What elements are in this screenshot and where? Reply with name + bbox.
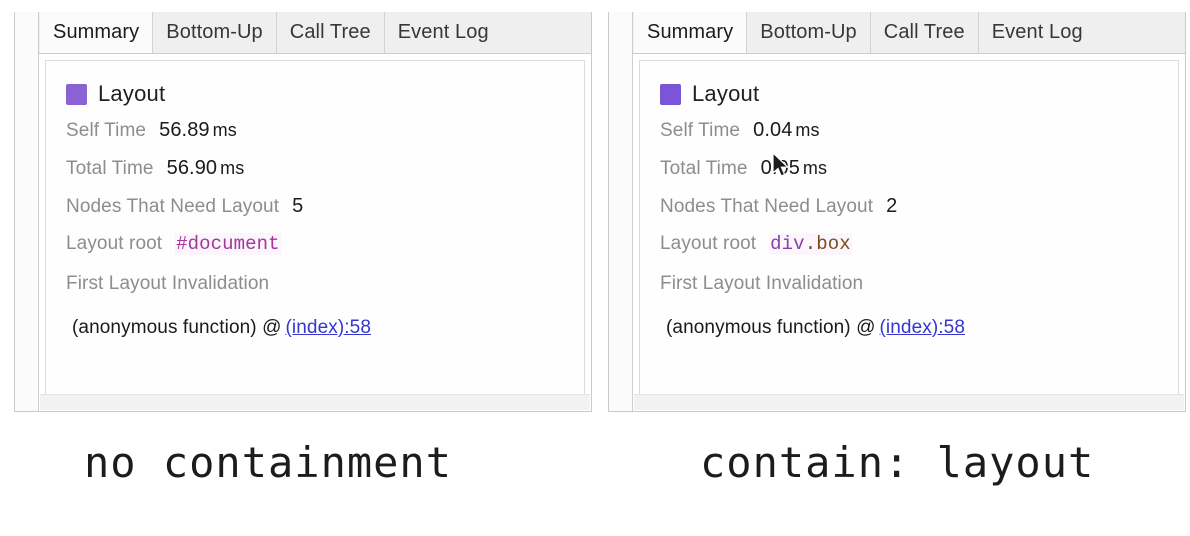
layout-root-selector[interactable]: #document [175,233,281,255]
stack-trace-line: (anonymous function) @ (index):58 [660,317,1158,339]
panel-body: Summary Bottom-Up Call Tree Event Log La… [39,12,591,411]
metric-number: 56.89 [159,119,210,141]
metric-unit: ms [220,158,245,178]
metric-row-self-time: Self Time 56.89 ms [66,119,564,157]
metric-label: Layout root [66,233,163,254]
selector-tag: div [770,233,805,255]
metric-number: 0.04 [753,119,793,141]
layout-color-swatch [660,83,681,105]
metric-row-total-time: Total Time 0.05 ms [660,157,1158,195]
stack-function-name: (anonymous function) [72,317,257,338]
caption-contain-layout: contain: layout [700,438,1095,487]
metric-label: Nodes That Need Layout [66,196,280,217]
tab-event-log[interactable]: Event Log [385,12,502,53]
metric-value: 56.89 ms [159,119,237,142]
selector-dot: . [804,233,817,255]
selector-class: box [816,233,851,255]
tab-event-log[interactable]: Event Log [979,12,1096,53]
metric-rows: Self Time 0.04 ms Total Time 0.05 ms Nodes… [660,119,1158,271]
metric-label: Layout root [660,233,757,254]
first-layout-invalidation-label: First Layout Invalidation [66,273,270,294]
metric-value: 0.05 ms [761,157,828,180]
metric-label: Self Time [660,120,741,141]
metric-unit: ms [802,158,828,178]
screenshot-stage: Summary Bottom-Up Call Tree Event Log La… [0,0,1190,536]
event-title: Layout [692,81,760,106]
tab-summary[interactable]: Summary [40,12,154,53]
metric-unit: ms [212,120,237,140]
devtools-panel-contain-layout: Summary Bottom-Up Call Tree Event Log La… [608,12,1186,412]
metric-label: Total Time [660,158,748,179]
metric-value: 56.90 ms [167,157,245,180]
event-title: Layout [98,81,166,106]
panel-body: Summary Bottom-Up Call Tree Event Log La… [633,12,1185,411]
tab-bottom-up[interactable]: Bottom-Up [153,12,277,53]
metric-row-layout-root: Layout root #document [66,233,564,271]
tab-summary[interactable]: Summary [634,12,748,53]
tab-call-tree[interactable]: Call Tree [277,12,385,53]
stack-at-symbol: @ [856,317,876,338]
summary-content: Layout Self Time 56.89 ms Total Time 56.9… [39,54,591,411]
panel-left-gutter [609,12,633,411]
metric-number: 56.90 [166,157,218,179]
metric-value: 2 [886,195,898,217]
stack-source-link[interactable]: (index):58 [880,317,966,338]
tab-bottom-up[interactable]: Bottom-Up [747,12,871,53]
stack-source-link[interactable]: (index):58 [286,317,372,338]
metric-label: Self Time [66,120,147,141]
first-layout-invalidation-label: First Layout Invalidation [660,273,864,294]
summary-card: Layout Self Time 0.04 ms Total Time 0.05 m… [634,60,1184,410]
panel-left-gutter [15,12,39,411]
metric-number: 0.05 [760,157,800,179]
metric-label: Nodes That Need Layout [660,196,874,217]
devtools-panel-no-containment: Summary Bottom-Up Call Tree Event Log La… [14,12,592,412]
summary-content: Layout Self Time 0.04 ms Total Time 0.05 m… [633,54,1185,411]
metric-row-nodes-that-need-layout: Nodes That Need Layout 5 [66,195,564,233]
metric-row-layout-root: Layout root div.box [660,233,1158,271]
event-header: Layout [660,81,1158,107]
metric-row-total-time: Total Time 56.90 ms [66,157,564,195]
tab-bar: Summary Bottom-Up Call Tree Event Log [633,12,1185,54]
metric-label: Total Time [66,158,154,179]
stack-function-name: (anonymous function) [666,317,851,338]
summary-card: Layout Self Time 56.89 ms Total Time 56.9… [40,60,590,410]
metric-row-self-time: Self Time 0.04 ms [660,119,1158,157]
tab-call-tree[interactable]: Call Tree [871,12,979,53]
layout-root-selector[interactable]: div.box [769,233,852,255]
metric-row-nodes-that-need-layout: Nodes That Need Layout 2 [660,195,1158,233]
stack-trace-line: (anonymous function) @ (index):58 [66,317,564,339]
event-header: Layout [66,81,564,107]
tab-bar: Summary Bottom-Up Call Tree Event Log [39,12,591,54]
metric-value: 5 [292,195,304,217]
metric-value: 0.04 ms [753,119,820,142]
caption-no-containment: no containment [84,438,453,487]
metric-rows: Self Time 56.89 ms Total Time 56.90 ms Nod… [66,119,564,271]
layout-color-swatch [66,83,87,105]
stack-at-symbol: @ [262,317,282,338]
metric-unit: ms [795,120,820,140]
